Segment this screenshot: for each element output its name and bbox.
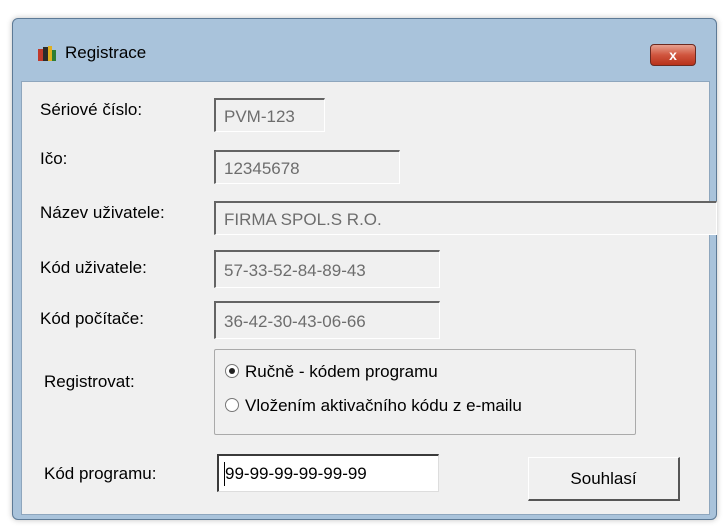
- user-code-label: Kód uživatele:: [40, 258, 147, 277]
- radio-manual[interactable]: Ručně - kódem programu: [225, 362, 438, 382]
- radio-email[interactable]: Vložením aktivačního kódu z e-mailu: [225, 396, 522, 416]
- user-code-field[interactable]: 57-33-52-84-89-43: [214, 250, 440, 288]
- radio-email-label: Vložením aktivačního kódu z e-mailu: [245, 396, 522, 415]
- agree-button[interactable]: Souhlasí: [528, 457, 680, 501]
- computer-code-field[interactable]: 36-42-30-43-06-66: [214, 301, 440, 339]
- window-title: Registrace: [65, 43, 147, 62]
- ico-label: Ičo:: [40, 149, 68, 168]
- close-button[interactable]: x: [650, 44, 696, 66]
- program-code-input[interactable]: 99-99-99-99-99-99: [217, 454, 439, 492]
- program-code-value: 99-99-99-99-99-99: [225, 464, 367, 483]
- close-icon: x: [669, 47, 677, 63]
- serial-field[interactable]: PVM-123: [214, 98, 325, 132]
- radio-selected-icon: [225, 364, 239, 378]
- radio-manual-label: Ručně - kódem programu: [245, 362, 438, 381]
- serial-label: Sériové číslo:: [40, 100, 143, 119]
- program-code-label: Kód programu:: [44, 464, 157, 483]
- title-bar[interactable]: Registrace x: [13, 19, 716, 81]
- user-name-field[interactable]: FIRMA SPOL.S R.O.: [214, 201, 717, 235]
- user-name-label: Název uživatele:: [40, 203, 165, 222]
- app-icon: [38, 46, 56, 61]
- ico-field[interactable]: 12345678: [214, 150, 400, 184]
- register-label: Registrovat:: [44, 372, 135, 391]
- register-options-group: Ručně - kódem programu Vložením aktivačn…: [214, 349, 636, 435]
- registration-dialog: Registrace x Sériové číslo: PVM-123 Ičo:…: [12, 18, 717, 520]
- text-caret: [224, 462, 225, 486]
- computer-code-label: Kód počítače:: [40, 309, 144, 328]
- radio-unselected-icon: [225, 398, 239, 412]
- dialog-body: Sériové číslo: PVM-123 Ičo: 12345678 Náz…: [21, 81, 717, 515]
